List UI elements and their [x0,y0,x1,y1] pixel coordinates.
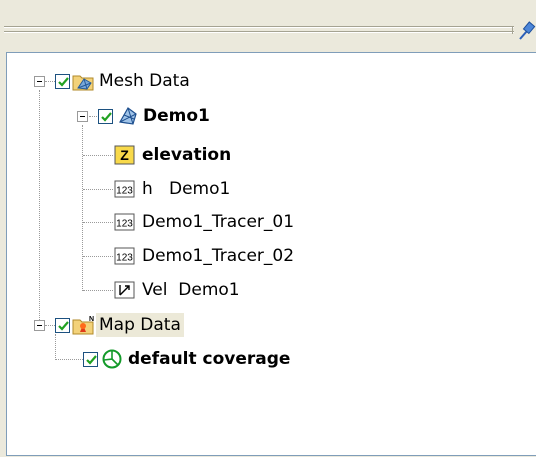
pin-icon[interactable] [518,21,536,41]
svg-text:123: 123 [116,253,133,264]
scalar-dataset-icon: 123 [114,245,136,267]
tree-connector [82,125,83,291]
collapse-toggle[interactable] [77,111,88,122]
mesh-folder-icon [72,70,94,92]
grip-line [4,27,514,28]
checkmark-icon [86,355,97,365]
tree-node-label: Mesh Data [99,71,190,91]
default-coverage-checkbox[interactable] [83,352,98,367]
tree-connector [45,325,55,326]
tree-node-label: Demo1_Tracer_01 [142,212,295,232]
tree-connector [45,81,55,82]
mesh-icon [117,105,139,127]
map-folder-icon: N [72,314,94,336]
tree-node-label: Vel Demo1 [142,280,240,300]
project-tree: Mesh Data Demo1 Z elevation 123 h Demo1 … [6,52,536,456]
scalar-dataset-icon: 123 [114,178,136,200]
grip-end [512,26,517,34]
checkmark-icon [58,77,69,87]
tree-connector [55,334,56,360]
tree-connector [83,189,113,190]
collapse-toggle[interactable] [34,76,45,87]
tree-connector [83,290,113,291]
demo1-checkbox[interactable] [98,109,113,124]
tree-node-label: elevation [142,145,232,165]
tree-node-label: h Demo1 [142,179,231,199]
svg-text:123: 123 [116,186,133,197]
tree-connector [83,155,113,156]
project-explorer-window: Mesh Data Demo1 Z elevation 123 h Demo1 … [0,0,536,457]
mesh-data-checkbox[interactable] [55,74,70,89]
collapse-toggle[interactable] [34,320,45,331]
vector-dataset-icon [114,279,136,301]
grip-line [4,32,514,33]
svg-text:Z: Z [120,147,129,163]
checkmark-icon [101,112,112,122]
tree-connector [39,90,40,326]
tree-node-label: default coverage [128,349,291,369]
z-dataset-icon: Z [114,144,136,166]
scalar-dataset-icon: 123 [114,211,136,233]
tree-connector [83,256,113,257]
coverage-icon [101,348,123,370]
svg-text:N: N [89,316,94,323]
checkmark-icon [58,321,69,331]
panel-grip-bar[interactable] [0,0,536,44]
map-data-checkbox[interactable] [55,318,70,333]
tree-connector [83,222,113,223]
tree-node-label: Demo1_Tracer_02 [142,246,295,266]
tree-node-label: Map Data [96,313,184,337]
tree-node-label: Demo1 [143,106,210,126]
svg-text:123: 123 [116,219,133,230]
tree-connector [55,359,83,360]
